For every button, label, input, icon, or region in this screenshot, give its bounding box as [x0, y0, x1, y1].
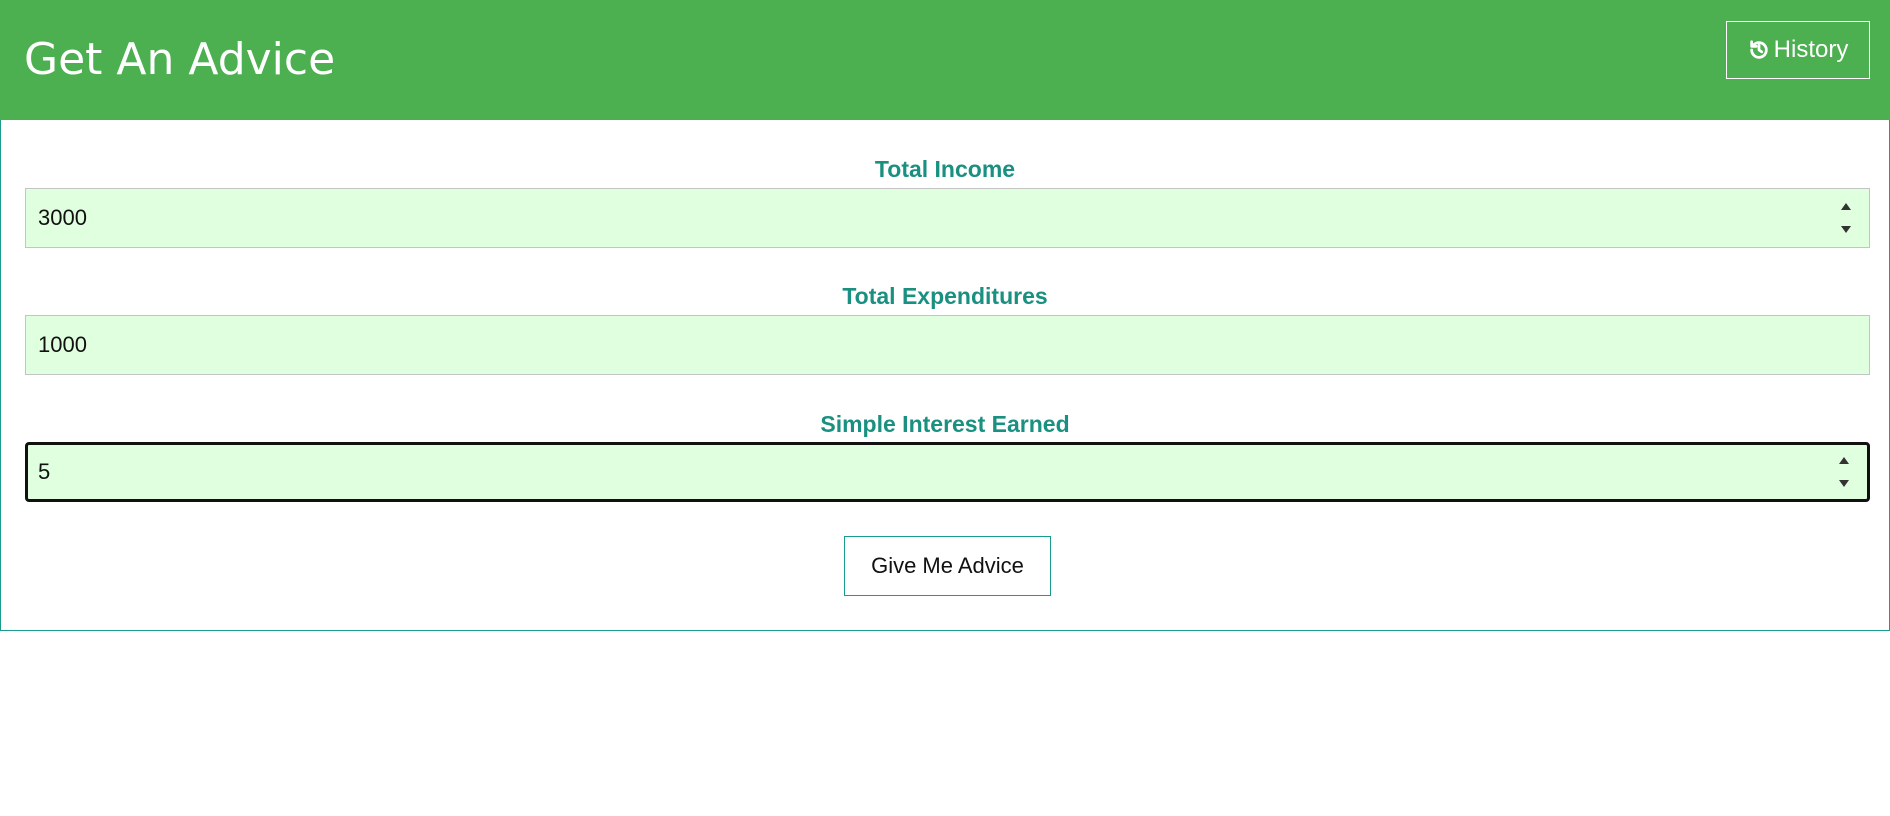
- total-income-input[interactable]: [26, 189, 1869, 247]
- total-expenditures-input[interactable]: [26, 316, 1869, 374]
- total-income-stepper[interactable]: [1839, 203, 1853, 233]
- total-income-label: Total Income: [874, 156, 1016, 182]
- simple-interest-input[interactable]: [28, 445, 1867, 499]
- page-title: Get An Advice: [24, 34, 336, 85]
- stepper-down-icon[interactable]: [1841, 226, 1851, 233]
- total-expenditures-label: Total Expenditures: [842, 283, 1048, 309]
- history-button[interactable]: History: [1726, 21, 1870, 79]
- simple-interest-field[interactable]: [25, 442, 1870, 502]
- total-income-field[interactable]: [25, 188, 1870, 248]
- app-header: Get An Advice History: [0, 0, 1890, 120]
- give-advice-button[interactable]: Give Me Advice: [844, 536, 1051, 596]
- stepper-up-icon[interactable]: [1841, 203, 1851, 210]
- total-expenditures-field[interactable]: [25, 315, 1870, 375]
- history-label: History: [1773, 36, 1849, 63]
- simple-interest-label: Simple Interest Earned: [820, 411, 1070, 437]
- simple-interest-stepper[interactable]: [1837, 457, 1851, 487]
- history-icon: [1748, 39, 1770, 61]
- stepper-up-icon[interactable]: [1839, 457, 1849, 464]
- stepper-down-icon[interactable]: [1839, 480, 1849, 487]
